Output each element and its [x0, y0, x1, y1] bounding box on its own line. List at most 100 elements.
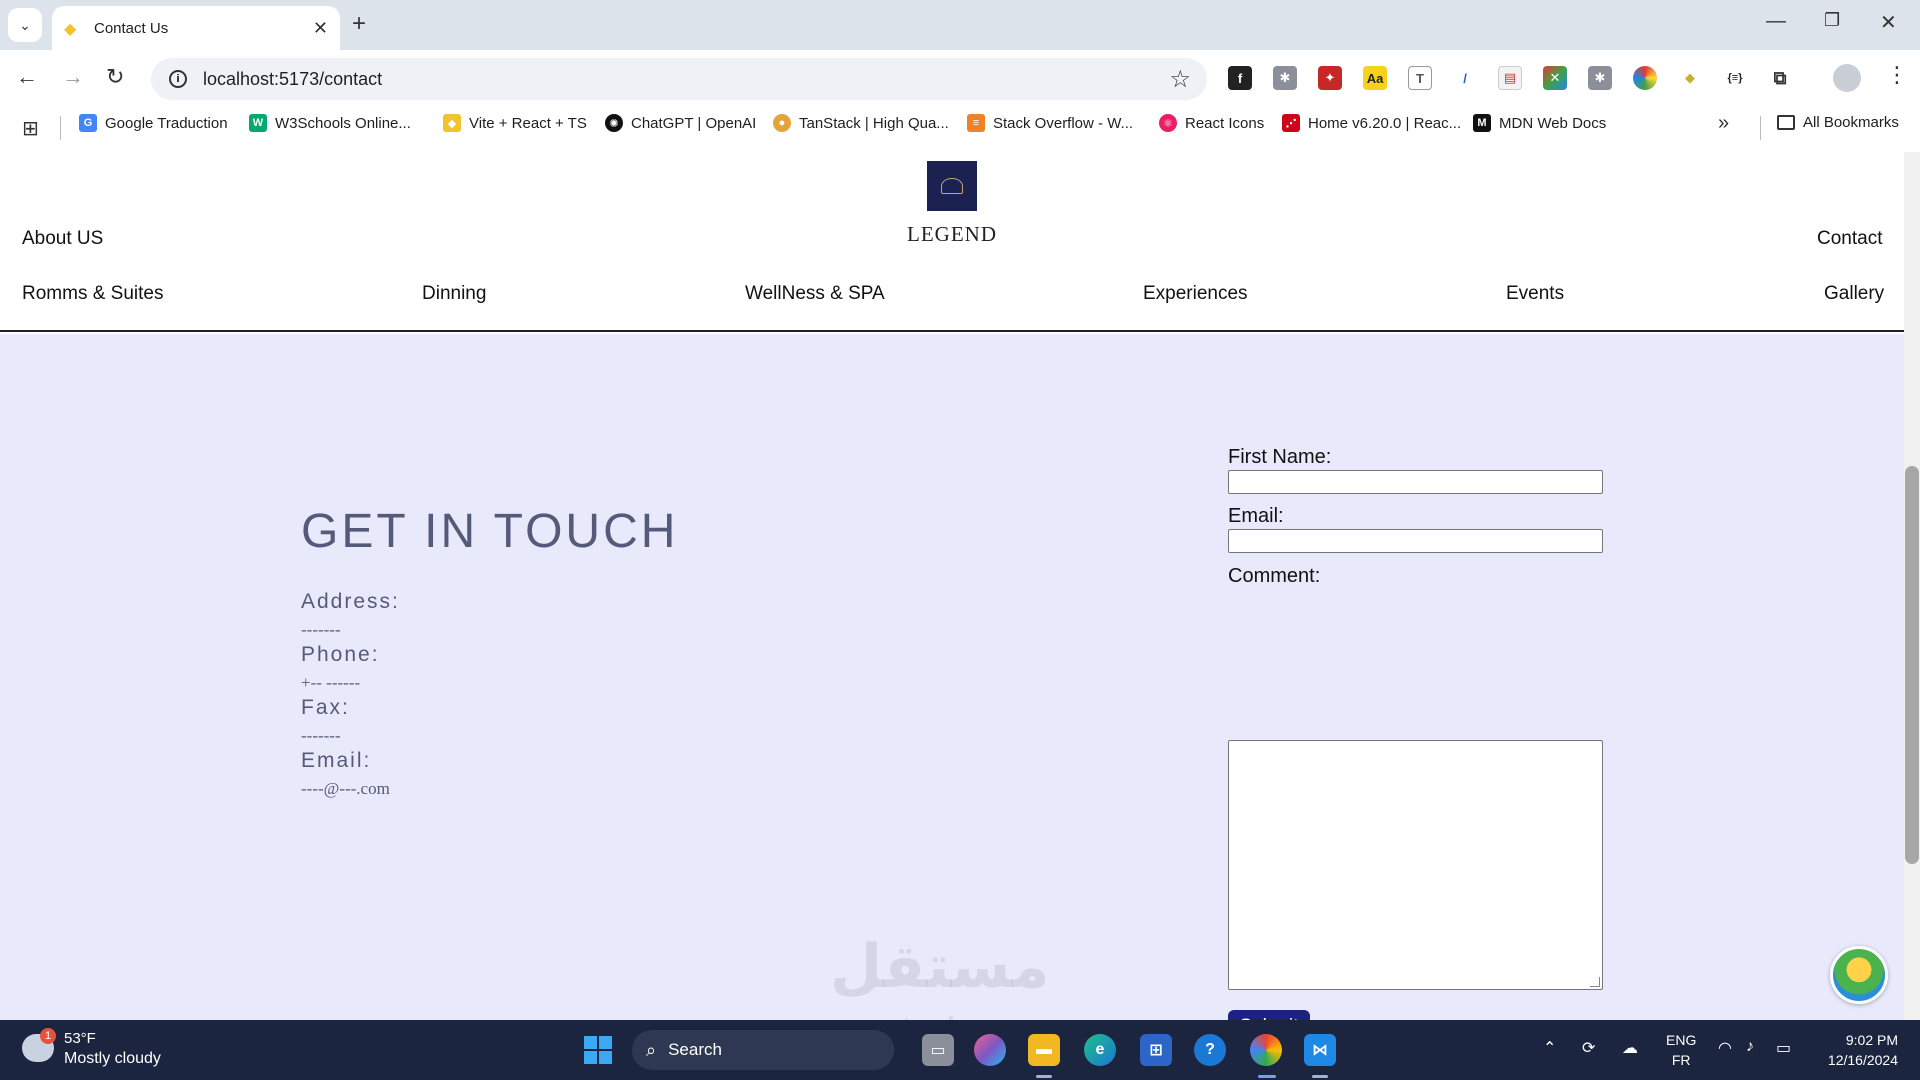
bookmarks-overflow-icon[interactable]: »	[1718, 112, 1729, 135]
bookmark-vite[interactable]: ◆ Vite + React + TS	[443, 114, 587, 132]
vite-favicon-icon: ◆	[64, 21, 77, 38]
site-info-icon[interactable]: i	[169, 70, 187, 88]
help-icon[interactable]: ?	[1194, 1034, 1226, 1066]
browser-tabstrip: ⌄ ◆ Contact Us ✕ + — ❐ ✕	[0, 0, 1920, 50]
browser-menu-icon[interactable]: ⋮	[1886, 62, 1908, 88]
tab-title: Contact Us	[94, 19, 169, 37]
browser-tab-active[interactable]: ◆ Contact Us ✕	[52, 6, 340, 50]
weather-description[interactable]: Mostly cloudy	[64, 1050, 161, 1068]
vite-icon: ◆	[443, 114, 461, 132]
extensions-row: f ✱ ✦ Aa T / ▤ ✕ ✱ ◆ {≡} ⧉	[1228, 66, 1792, 90]
email-input[interactable]	[1228, 529, 1603, 553]
color-wheel-extension-icon[interactable]	[1633, 66, 1657, 90]
dictionary-extension-icon[interactable]: Aa	[1363, 66, 1387, 90]
json-extension-icon[interactable]: {≡}	[1723, 66, 1747, 90]
tray-overflow-icon[interactable]: ⌃	[1543, 1038, 1556, 1058]
bookmark-tanstack[interactable]: ● TanStack | High Qua...	[773, 114, 949, 132]
bookmark-google-traduction[interactable]: G Google Traduction	[79, 114, 228, 132]
url-text: localhost:5173/contact	[203, 68, 383, 89]
color-extension-icon[interactable]: ✕	[1543, 66, 1567, 90]
microsoft-store-icon[interactable]: ⊞	[1140, 1034, 1172, 1066]
language-primary: ENG	[1666, 1032, 1697, 1048]
language-secondary: FR	[1671, 1052, 1691, 1068]
bookmark-react-router[interactable]: ⋰ Home v6.20.0 | Reac...	[1282, 114, 1461, 132]
battery-icon[interactable]: ▭	[1776, 1038, 1791, 1058]
copilot-icon[interactable]	[974, 1034, 1006, 1066]
nav-gallery[interactable]: Gallery	[1824, 283, 1884, 305]
chrome-icon[interactable]	[1250, 1034, 1282, 1066]
fax-label: Fax:	[301, 696, 350, 719]
bookmark-chatgpt[interactable]: ✺ ChatGPT | OpenAI	[605, 114, 756, 132]
tanstack-icon: ●	[773, 114, 791, 132]
cloud-offline-icon[interactable]: ☁	[1622, 1038, 1638, 1058]
calendar-extension-icon[interactable]: ▤	[1498, 66, 1522, 90]
comment-textarea[interactable]	[1228, 740, 1603, 990]
file-explorer-icon[interactable]: ▬	[1028, 1034, 1060, 1066]
puzzle-red-extension-icon[interactable]: ✦	[1318, 66, 1342, 90]
bookmark-mdn[interactable]: M MDN Web Docs	[1473, 114, 1606, 132]
edge-icon[interactable]: e	[1084, 1034, 1116, 1066]
windows-start-icon[interactable]	[584, 1036, 612, 1064]
weather-temperature[interactable]: 53°F	[64, 1030, 96, 1047]
vscode-icon[interactable]: ⋈	[1304, 1034, 1336, 1066]
text-extension-icon[interactable]: T	[1408, 66, 1432, 90]
nav-wellness-spa[interactable]: WellNess & SPA	[745, 283, 885, 305]
bookmark-star-icon[interactable]: ☆	[1169, 65, 1191, 94]
react-icon: ⚛	[1159, 114, 1177, 132]
watermark-logo: مستقل	[830, 933, 1050, 1000]
wifi-icon[interactable]: ◠	[1718, 1038, 1732, 1058]
bug-extension-icon[interactable]: ✱	[1273, 66, 1297, 90]
font-extension-icon[interactable]: f	[1228, 66, 1252, 90]
floating-beach-avatar[interactable]	[1830, 946, 1888, 1004]
back-arrow-icon[interactable]: ←	[16, 64, 38, 90]
nav-contact[interactable]: Contact	[1817, 228, 1882, 250]
nav-events[interactable]: Events	[1506, 283, 1564, 305]
email-value: ----@---.com	[301, 779, 390, 798]
reload-icon[interactable]: ↻	[106, 64, 124, 90]
new-tab-icon[interactable]: +	[352, 10, 366, 38]
forward-arrow-icon[interactable]: →	[62, 64, 84, 90]
language-indicator[interactable]: ENG FR	[1666, 1030, 1696, 1070]
apps-grid-icon[interactable]: ⊞	[22, 116, 39, 141]
nav-experiences[interactable]: Experiences	[1143, 283, 1248, 305]
address-label: Address:	[301, 590, 400, 613]
taskbar-search-label: Search	[668, 1040, 722, 1059]
gem-extension-icon[interactable]: ◆	[1678, 66, 1702, 90]
crest-icon	[941, 178, 963, 194]
bookmark-label: Home v6.20.0 | Reac...	[1308, 114, 1462, 132]
weather-badge: 1	[40, 1028, 56, 1044]
translate-icon: G	[79, 114, 97, 132]
pen-extension-icon[interactable]: /	[1453, 66, 1477, 90]
bookmark-react-icons[interactable]: ⚛ React Icons	[1159, 114, 1264, 132]
app-running-indicator	[1312, 1075, 1328, 1078]
nav-dining[interactable]: Dinning	[422, 283, 486, 305]
all-bookmarks-button[interactable]: All Bookmarks	[1777, 114, 1899, 131]
submit-button[interactable]: Submit	[1228, 1010, 1310, 1020]
restore-icon[interactable]: ❐	[1824, 10, 1840, 31]
contact-heading: GET IN TOUCH	[301, 505, 679, 558]
profile-avatar[interactable]	[1833, 64, 1861, 92]
scrollbar-thumb[interactable]	[1905, 466, 1919, 864]
bookmark-w3schools[interactable]: W W3Schools Online...	[249, 114, 411, 132]
folder-icon	[1777, 115, 1795, 130]
address-bar[interactable]: i localhost:5173/contact ☆	[151, 58, 1207, 100]
sync-icon[interactable]: ⟳	[1582, 1038, 1595, 1058]
nav-about-us[interactable]: About US	[22, 228, 103, 250]
task-view-icon[interactable]: ▭	[922, 1034, 954, 1066]
system-clock[interactable]: 9:02 PM 12/16/2024	[1818, 1030, 1898, 1070]
bookmark-label: React Icons	[1185, 114, 1265, 132]
stackoverflow-icon: ≡	[967, 114, 985, 132]
close-window-icon[interactable]: ✕	[1880, 10, 1897, 35]
minimize-icon[interactable]: —	[1766, 10, 1786, 33]
bookmark-stackoverflow[interactable]: ≡ Stack Overflow - W...	[967, 114, 1133, 132]
taskbar-search[interactable]: ⌕ Search	[632, 1030, 894, 1070]
first-name-input[interactable]	[1228, 470, 1603, 494]
nav-rooms-suites[interactable]: Romms & Suites	[22, 283, 163, 305]
extensions-puzzle-icon[interactable]: ⧉	[1768, 66, 1792, 90]
volume-icon[interactable]: ♪	[1746, 1038, 1754, 1056]
textarea-resize-handle[interactable]	[1590, 977, 1600, 987]
tab-search-button[interactable]: ⌄	[8, 8, 42, 42]
site-logo[interactable]	[927, 161, 977, 211]
bug2-extension-icon[interactable]: ✱	[1588, 66, 1612, 90]
close-tab-icon[interactable]: ✕	[313, 18, 328, 39]
